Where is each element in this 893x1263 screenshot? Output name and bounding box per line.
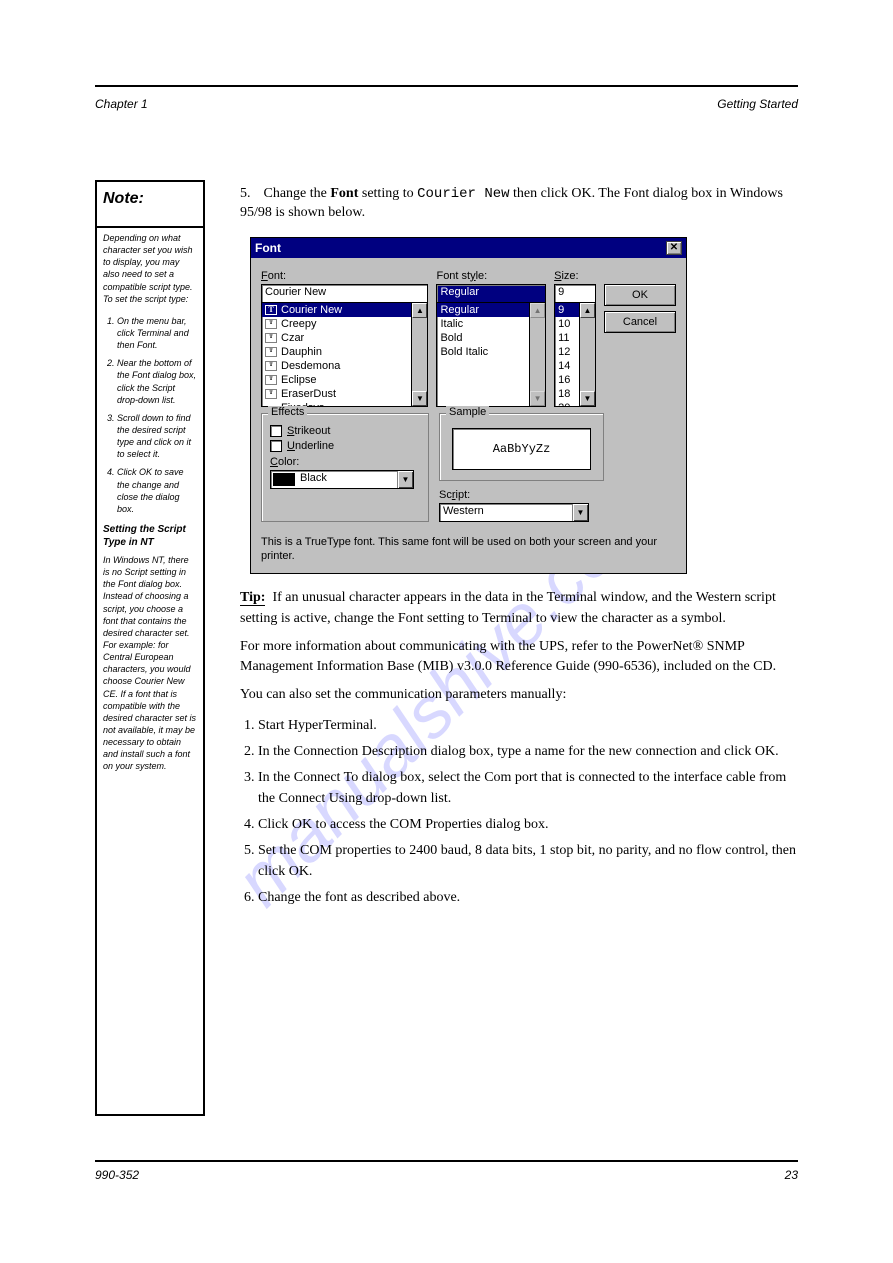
- style-list[interactable]: Regular Italic Bold Bold Italic: [436, 303, 530, 407]
- size-input[interactable]: 9: [554, 284, 596, 303]
- setup-step: Change the font as described above.: [258, 888, 798, 908]
- close-icon[interactable]: ✕: [666, 241, 682, 255]
- dialog-titlebar[interactable]: Font ✕: [251, 238, 686, 258]
- style-input[interactable]: Regular: [436, 284, 546, 303]
- scroll-down-icon[interactable]: ▼: [580, 391, 595, 406]
- scrollbar[interactable]: ▲ ▼: [530, 303, 546, 407]
- header-left: Chapter 1: [95, 97, 148, 111]
- style-label: Font style:: [436, 270, 546, 282]
- sample-label: Sample: [446, 406, 489, 418]
- scrollbar[interactable]: ▲ ▼: [412, 303, 428, 407]
- dialog-title: Font: [255, 241, 281, 255]
- truetype-icon: ᵀ: [265, 333, 277, 343]
- ok-button[interactable]: OK: [604, 284, 676, 306]
- setup-step: Start HyperTerminal.: [258, 716, 798, 736]
- scroll-down-icon[interactable]: ▼: [412, 391, 427, 406]
- truetype-icon: ᵀ: [265, 361, 277, 371]
- footer-left: 990-352: [95, 1168, 139, 1182]
- font-dialog: Font ✕ Font: Courier New TCourier New ᵀC…: [250, 237, 687, 575]
- scroll-up-icon[interactable]: ▲: [412, 303, 427, 318]
- scroll-up-icon[interactable]: ▲: [530, 303, 545, 318]
- font-label: Font:: [261, 270, 428, 282]
- page-footer: 990-352 23: [95, 1168, 798, 1182]
- setup-step: Click OK to access the COM Properties di…: [258, 815, 798, 835]
- manual-setup-intro: You can also set the communication param…: [240, 685, 798, 705]
- note-lead: Depending on what character set you wish…: [103, 232, 197, 305]
- page-header: Chapter 1 Getting Started: [95, 97, 798, 111]
- checkbox-icon: [270, 425, 282, 437]
- chevron-down-icon[interactable]: ▼: [397, 471, 413, 488]
- note-body: Depending on what character set you wish…: [97, 228, 203, 1114]
- note-subtitle: Setting the Script Type in NT: [103, 523, 197, 550]
- reference-paragraph: For more information about communicating…: [240, 637, 798, 678]
- checkbox-icon: [270, 440, 282, 452]
- tip-paragraph: Tip: If an unusual character appears in …: [240, 588, 798, 629]
- color-dropdown[interactable]: Black ▼: [270, 470, 414, 489]
- step-number: 5.: [240, 185, 260, 204]
- note-step: Near the bottom of the Font dialog box, …: [117, 357, 197, 406]
- size-list[interactable]: 9 10 11 12 14 16 18 20: [554, 303, 580, 407]
- truetype-icon: ᵀ: [265, 389, 277, 399]
- setup-step: In the Connection Description dialog box…: [258, 742, 798, 762]
- dialog-footer-message: This is a TrueType font. This same font …: [251, 530, 686, 574]
- note-title: Note:: [97, 182, 203, 228]
- header-rule: [95, 85, 798, 87]
- truetype-icon: ᵀ: [265, 347, 277, 357]
- strikeout-checkbox[interactable]: Strikeout: [270, 425, 420, 437]
- sample-group: Sample AaBbYyZz: [439, 413, 604, 481]
- truetype-icon: T: [265, 305, 277, 315]
- underline-checkbox[interactable]: Underline: [270, 440, 420, 452]
- note-step: Scroll down to find the desired script t…: [117, 412, 197, 461]
- effects-label: Effects: [268, 406, 307, 418]
- font-list[interactable]: TCourier New ᵀCreepy ᵀCzar ᵀDauphin ᵀDes…: [261, 303, 412, 407]
- note-step: On the menu bar, click Terminal and then…: [117, 315, 197, 351]
- chevron-down-icon[interactable]: ▼: [572, 504, 588, 521]
- color-swatch-icon: [273, 473, 295, 486]
- script-dropdown[interactable]: Western ▼: [439, 503, 589, 522]
- truetype-icon: ᵀ: [265, 375, 277, 385]
- note-step: Click OK to save the change and close th…: [117, 466, 197, 515]
- size-label: Size:: [554, 270, 596, 282]
- color-label: Color:: [270, 456, 420, 468]
- setup-step: Set the COM properties to 2400 baud, 8 d…: [258, 841, 798, 882]
- note-tail: In Windows NT, there is no Script settin…: [103, 554, 197, 773]
- script-value: Western: [440, 504, 572, 521]
- effects-group: Effects Strikeout Underline Color: Black: [261, 413, 429, 522]
- scroll-up-icon[interactable]: ▲: [580, 303, 595, 318]
- cancel-button[interactable]: Cancel: [604, 311, 676, 333]
- scrollbar[interactable]: ▲ ▼: [580, 303, 596, 407]
- color-value: Black: [297, 471, 397, 488]
- script-label: Script:: [439, 489, 604, 501]
- setup-step: In the Connect To dialog box, select the…: [258, 768, 798, 809]
- sample-preview: AaBbYyZz: [452, 428, 591, 470]
- scroll-down-icon[interactable]: ▼: [530, 391, 545, 406]
- sidebar-note: Note: Depending on what character set yo…: [95, 180, 205, 1116]
- truetype-icon: ᵀ: [265, 319, 277, 329]
- font-input[interactable]: Courier New: [261, 284, 428, 303]
- manual-setup-steps: Start HyperTerminal. In the Connection D…: [258, 716, 798, 908]
- step-5-intro: 5. Change the Font setting to Courier Ne…: [240, 185, 798, 223]
- footer-rule: [95, 1160, 798, 1162]
- footer-right: 23: [785, 1168, 798, 1182]
- header-right: Getting Started: [717, 97, 798, 111]
